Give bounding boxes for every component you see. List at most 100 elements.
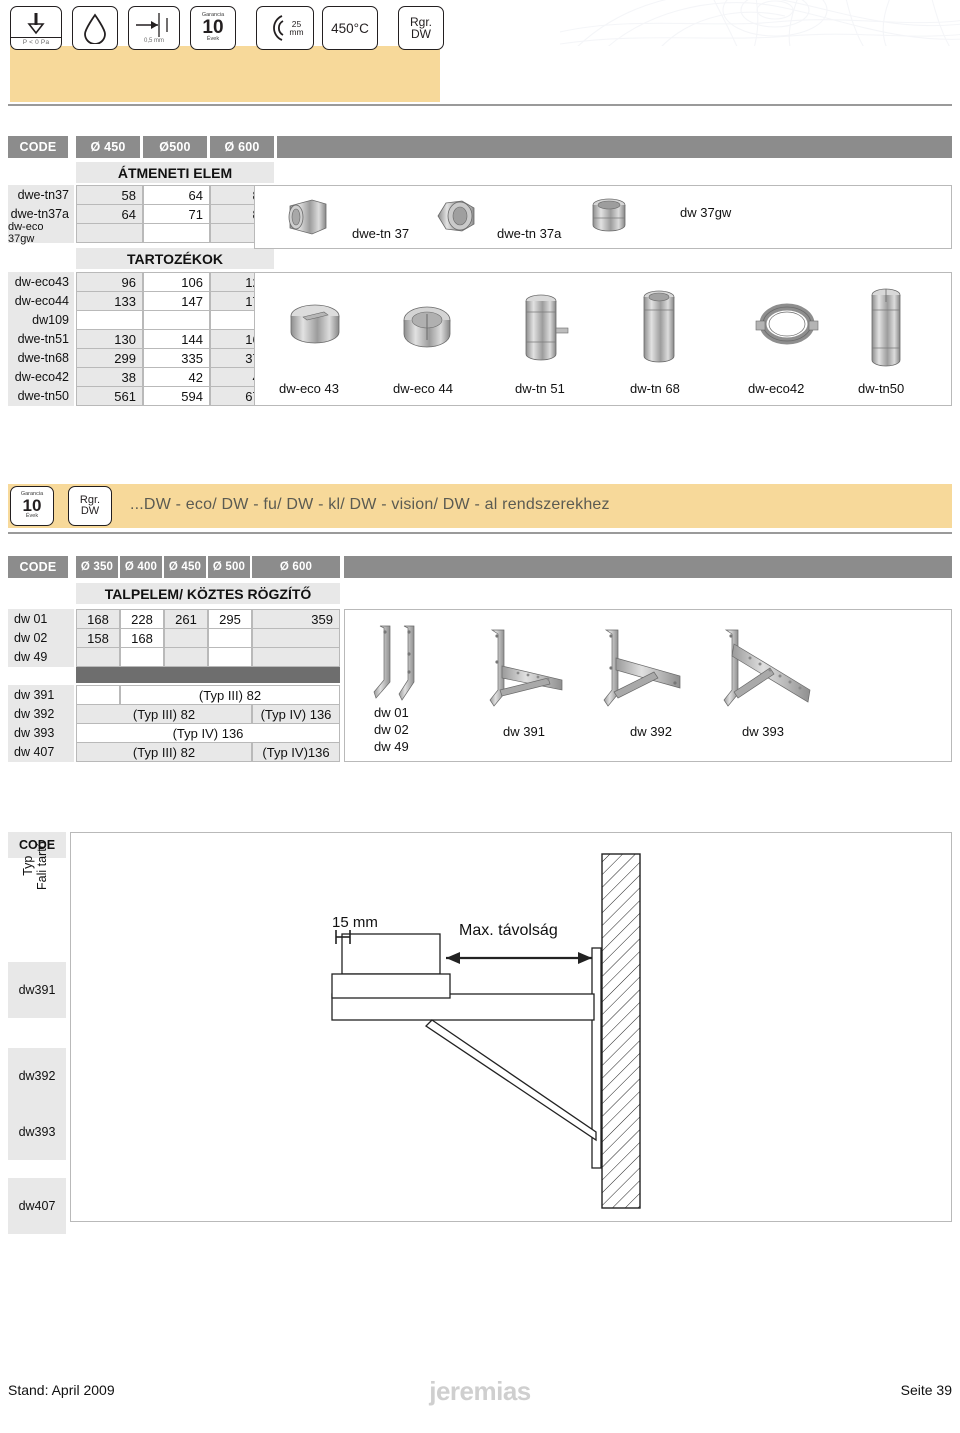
insulation-icon: 25 mm bbox=[256, 6, 314, 50]
table2-typ-row-label-0: dw 391 bbox=[8, 685, 74, 705]
warranty-icon: Garancia 10 Évek bbox=[190, 6, 236, 50]
table1-row-label-0: dwe-tn37 bbox=[8, 185, 74, 205]
product-photo-dw-eco44 bbox=[403, 306, 451, 348]
table1-cell-r0c0: 58 bbox=[76, 185, 143, 205]
table2-cell-r1c0: 158 bbox=[76, 628, 120, 648]
table1-cell-r2c0 bbox=[76, 223, 143, 243]
strip-margin-right bbox=[440, 46, 960, 102]
droplet-glyph bbox=[84, 13, 106, 44]
rgr-dw-label: Rgr. DW bbox=[410, 15, 432, 40]
table1-cell-r2c1 bbox=[143, 223, 210, 243]
table1-cell-r3c1: 106 bbox=[143, 272, 210, 292]
product-photo-dw-eco43 bbox=[290, 304, 340, 344]
table2-row-label-0: dw 01 bbox=[8, 609, 74, 629]
table2-typ-cell-r3s0: (Typ III) 82 bbox=[76, 742, 252, 762]
warranty-bottom-label: Évek bbox=[206, 36, 220, 43]
table2-typ-cell-r3s1: (Typ IV)136 bbox=[252, 742, 340, 762]
warranty-years-value: 10 bbox=[202, 16, 224, 38]
table3-axis-label-line1: Typ bbox=[21, 855, 35, 876]
table2-cell-r2c1 bbox=[120, 647, 164, 667]
table1-cell-r4c1: 147 bbox=[143, 291, 210, 311]
temperature-label: 450°C bbox=[331, 20, 369, 36]
table2-typ-row-label-2: dw 393 bbox=[8, 723, 74, 743]
diagram-dimension-label: 15 mm bbox=[332, 914, 378, 931]
table2-cell-r1c1: 168 bbox=[120, 628, 164, 648]
table3-axis-label: Typ Fali tartó bbox=[21, 841, 50, 890]
table1-photo-label-1: dwe-tn 37a bbox=[497, 226, 562, 241]
table1-photo-label-4: dw-eco 44 bbox=[393, 381, 453, 396]
banner-rgr-line2: DW bbox=[80, 505, 100, 517]
system-banner-text: ...DW - eco/ DW - fu/ DW - kl/ DW - visi… bbox=[130, 496, 610, 513]
table1-cell-r8c1: 42 bbox=[143, 367, 210, 387]
table2-photo-label-1: dw 392 bbox=[630, 724, 672, 739]
table3-row-label-3: dw407 bbox=[8, 1178, 66, 1234]
footer-edition: Stand: April 2009 bbox=[8, 1382, 115, 1398]
table2-cell-r0c4: 359 bbox=[252, 609, 340, 629]
table2-photo-label-stack-0: dw 01 bbox=[374, 705, 409, 720]
table1-row-label-5: dw109 bbox=[8, 310, 74, 330]
product-photo-dw392 bbox=[603, 629, 681, 707]
table1-cell-r9c1: 594 bbox=[143, 386, 210, 406]
pressure-icon: P < 0 Pa bbox=[10, 6, 62, 50]
table2-cell-r1c3 bbox=[208, 628, 252, 648]
thickness-glyph bbox=[136, 12, 168, 37]
banner-warranty-bottom: Évek bbox=[25, 513, 39, 520]
rgr-dw-icon: Rgr. DW bbox=[398, 6, 444, 50]
table1-row-label-8: dw-eco42 bbox=[8, 367, 74, 387]
table2-header-filler bbox=[344, 556, 952, 578]
table2-photo-label-stack-2: dw 49 bbox=[374, 739, 409, 754]
product-photo-dw01-dw02-dw49 bbox=[373, 625, 415, 701]
header-icon-strip bbox=[0, 46, 960, 102]
table2-typ-cell-r0s1: (Typ III) 82 bbox=[120, 685, 340, 705]
table1-photo-label-0: dwe-tn 37 bbox=[352, 226, 410, 241]
table1-photo-label-5: dw-tn 51 bbox=[515, 381, 565, 396]
table2-cell-r1c2 bbox=[164, 628, 208, 648]
table1-cell-r9c0: 561 bbox=[76, 386, 143, 406]
table1-cell-r6c0: 130 bbox=[76, 329, 143, 349]
table2-cell-r0c1: 228 bbox=[120, 609, 164, 629]
table2-typ-row-label-1: dw 392 bbox=[8, 704, 74, 724]
header-divider-rule bbox=[8, 104, 952, 106]
table1-cell-r8c0: 38 bbox=[76, 367, 143, 387]
product-photo-dw-37gw bbox=[592, 198, 626, 232]
insulation-value-block: 25 mm bbox=[289, 19, 303, 37]
table2-cell-r0c3: 295 bbox=[208, 609, 252, 629]
table1-cell-r1c1: 71 bbox=[143, 204, 210, 224]
table2-typ-cell-r2s0: (Typ IV) 136 bbox=[76, 723, 340, 743]
table1-row-label-3: dw-eco43 bbox=[8, 272, 74, 292]
table2-photo-label-2: dw 393 bbox=[742, 724, 784, 739]
table1-cell-r7c0: 299 bbox=[76, 348, 143, 368]
product-photo-dw-tn51 bbox=[525, 294, 569, 361]
table1-cell-r3c0: 96 bbox=[76, 272, 143, 292]
footer-page-number: Seite 39 bbox=[900, 1382, 952, 1398]
table1-cell-r0c1: 64 bbox=[143, 185, 210, 205]
product-photo-dw-tn68 bbox=[643, 290, 675, 363]
strip-margin-left bbox=[0, 46, 10, 102]
pressure-icon-label: P < 0 Pa bbox=[11, 36, 61, 46]
table1-row-label-6: dwe-tn51 bbox=[8, 329, 74, 349]
table1-row-label-7: dwe-tn68 bbox=[8, 348, 74, 368]
table2-photo-label-stack-1: dw 02 bbox=[374, 722, 409, 737]
product-photo-dw-tn50 bbox=[871, 288, 901, 367]
table1-photos-frame-row2 bbox=[254, 272, 952, 406]
diagram-distance-label: Max. távolság bbox=[459, 922, 558, 939]
table2-section-title: TALPELEM/ KÖZTES RÖGZÍTŐ bbox=[76, 583, 340, 604]
product-photo-dwe-tn37 bbox=[288, 199, 327, 235]
table2-typ-row-label-3: dw 407 bbox=[8, 742, 74, 762]
table3-row-label-0: dw391 bbox=[8, 962, 66, 1018]
table2-code-header: CODE bbox=[8, 556, 68, 578]
table3-row-label-1: dw392 bbox=[8, 1048, 66, 1104]
table2-typ-cell-r1s1: (Typ IV) 136 bbox=[252, 704, 340, 724]
wall-thickness-icon-label: 0,5 mm bbox=[143, 37, 164, 44]
banner-rgr-dw-icon: Rgr. DW bbox=[68, 486, 112, 526]
wall-bracket-diagram bbox=[331, 853, 641, 1209]
table2-photo-label-0: dw 391 bbox=[503, 724, 545, 739]
table1-col-header-0: Ø 450 bbox=[76, 136, 140, 158]
footer-logo: jeremias bbox=[429, 1376, 531, 1406]
table1-cell-r7c1: 335 bbox=[143, 348, 210, 368]
table1-col-header-2: Ø 600 bbox=[210, 136, 274, 158]
table2-separator-bar bbox=[76, 667, 340, 683]
table2-cell-r2c0 bbox=[76, 647, 120, 667]
table2-col-header-0: Ø 350 bbox=[76, 556, 118, 578]
banner-rgr-label: Rgr. DW bbox=[80, 494, 100, 518]
